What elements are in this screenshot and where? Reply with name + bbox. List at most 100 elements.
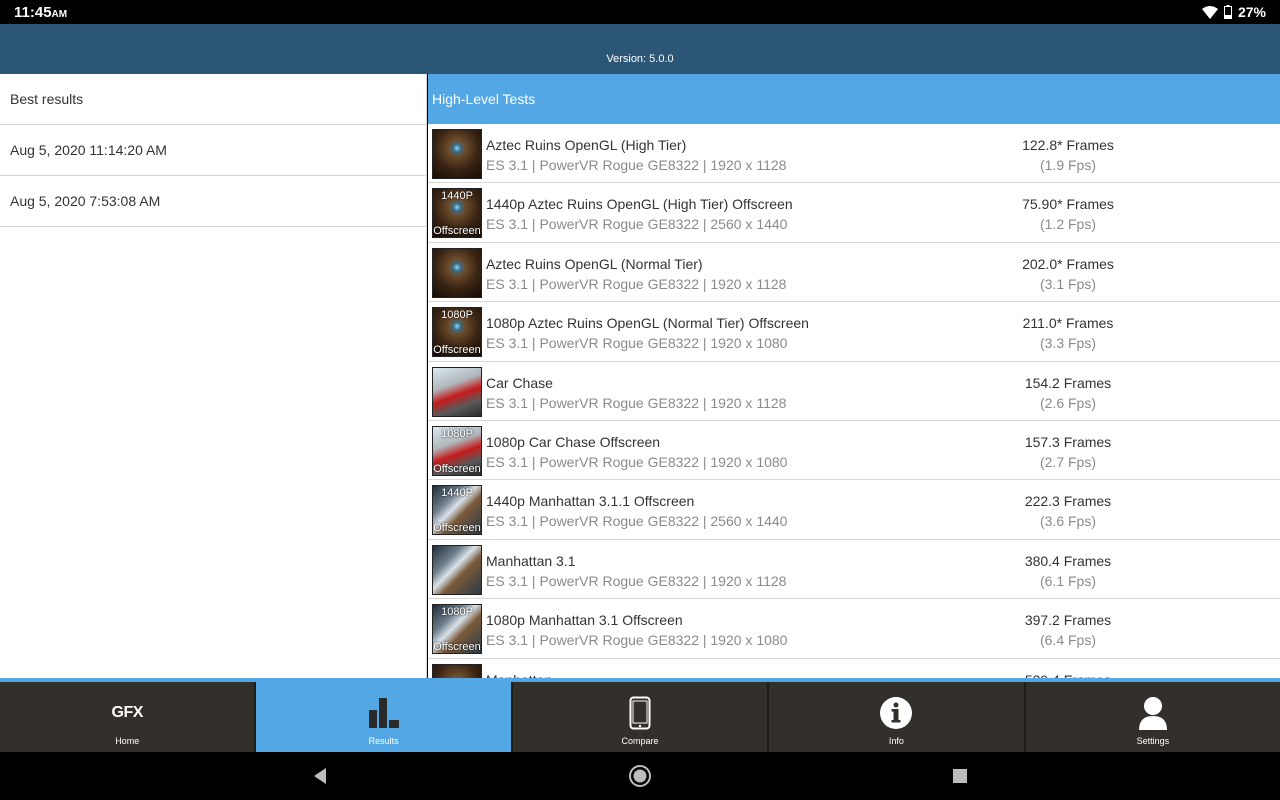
tab-label: Results	[368, 736, 399, 746]
android-nav-bar	[0, 752, 1280, 800]
test-score: 211.0* Frames	[1022, 315, 1114, 332]
test-name: Manhattan 3.1	[486, 552, 576, 569]
battery-icon	[1223, 5, 1232, 19]
test-score: 157.3 Frames	[1024, 433, 1112, 450]
test-detail: ES 3.1 | PowerVR Rogue GE8322 | 1920 x 1…	[486, 335, 788, 352]
test-fps: (2.7 Fps)	[1039, 453, 1096, 470]
status-time-value: 11:45	[14, 4, 52, 21]
tab-label: Home	[115, 736, 140, 746]
result-row[interactable]: 1080P Offscreen 1080p Aztec Ruins OpenGL (…	[428, 302, 1280, 362]
test-thumbnail: 1080P Offscreen	[432, 307, 482, 358]
app-header: Version: 5.0.0	[0, 24, 1280, 74]
test-name: 1080p Aztec Ruins OpenGL (Normal Tier) O…	[486, 315, 809, 332]
test-thumbnail	[432, 663, 482, 678]
test-detail: ES 3.1 | PowerVR Rogue GE8322 | 1920 x 1…	[486, 394, 787, 411]
tab-label: Compare	[621, 736, 659, 746]
test-detail: ES 3.1 | PowerVR Rogue GE8322 | 1920 x 1…	[486, 275, 787, 292]
person-icon	[1138, 696, 1168, 735]
tab-settings[interactable]: Settings	[1026, 682, 1280, 752]
test-thumbnail	[432, 544, 482, 595]
history-item-label: Aug 5, 2020 7:53:08 AM	[10, 193, 161, 209]
test-fps: (3.3 Fps)	[1039, 335, 1096, 352]
history-item-date[interactable]: Aug 5, 2020 7:53:08 AM	[0, 176, 426, 227]
result-row[interactable]: 1080P Offscreen 1080p Manhattan 3.1 Offscr…	[428, 599, 1280, 659]
thumbnail-offscreen-label: Offscreen	[433, 641, 481, 654]
section-header: High-Level Tests	[428, 74, 1280, 124]
test-fps: (1.9 Fps)	[1039, 157, 1096, 173]
result-row[interactable]: Manhattan539.4 Frames	[428, 659, 1280, 678]
thumbnail-resolution-label: 1440P	[441, 190, 473, 203]
test-detail: ES 3.1 | PowerVR Rogue GE8322 | 1920 x 1…	[486, 157, 787, 173]
battery-percent: 27%	[1237, 4, 1266, 20]
result-row[interactable]: Car Chase ES 3.1 | PowerVR Rogue GE8322 |…	[428, 362, 1280, 421]
version-text: Version: 5.0.0	[606, 53, 674, 65]
test-fps: (2.6 Fps)	[1039, 394, 1096, 411]
results-detail-pane: High-Level Tests Aztec Ruins OpenGL (Hig…	[428, 74, 1280, 678]
test-detail: ES 3.1 | PowerVR Rogue GE8322 | 2560 x 1…	[486, 513, 788, 530]
tab-home[interactable]: GFX Home	[0, 682, 257, 752]
tab-label: Settings	[1136, 736, 1170, 746]
tab-compare[interactable]: Compare	[513, 682, 770, 752]
test-thumbnail	[432, 366, 482, 417]
wifi-icon	[1201, 5, 1218, 19]
result-row[interactable]: Manhattan 3.1 ES 3.1 | PowerVR Rogue GE83…	[428, 540, 1280, 600]
test-fps: (6.4 Fps)	[1039, 632, 1096, 649]
test-thumbnail: 1440P Offscreen	[432, 188, 482, 239]
result-row[interactable]: 1440P Offscreen 1440p Aztec Ruins OpenGL (…	[428, 183, 1280, 243]
back-icon[interactable]	[312, 764, 328, 793]
result-row[interactable]: 1440P Offscreen 1440p Manhattan 3.1.1 Offs…	[428, 480, 1280, 540]
test-thumbnail: 1080P Offscreen	[432, 604, 482, 655]
test-thumbnail: 1440P Offscreen	[432, 485, 482, 536]
test-fps: (3.6 Fps)	[1039, 513, 1096, 530]
test-name: Aztec Ruins OpenGL (Normal Tier)	[486, 255, 703, 272]
results-history-list: Best results Aug 5, 2020 11:14:20 AM Aug…	[0, 74, 427, 678]
test-detail: ES 3.1 | PowerVR Rogue GE8322 | 1920 x 1…	[486, 632, 788, 649]
status-bar: 11:45AM 27%	[0, 0, 1280, 24]
thumbnail-resolution-label: 1080P	[441, 427, 473, 440]
recents-square-icon[interactable]	[950, 764, 970, 793]
test-fps: (6.1 Fps)	[1039, 572, 1096, 589]
thumbnail-offscreen-label: Offscreen	[433, 522, 481, 535]
thumbnail-offscreen-label: Offscreen	[433, 344, 481, 357]
thumbnail-resolution-label: 1080P	[441, 606, 473, 619]
test-thumbnail	[432, 247, 482, 298]
test-score: 222.3 Frames	[1024, 493, 1112, 510]
test-fps: (1.2 Fps)	[1039, 216, 1096, 233]
test-detail: ES 3.1 | PowerVR Rogue GE8322 | 2560 x 1…	[486, 216, 788, 233]
thumbnail-offscreen-label: Offscreen	[433, 225, 481, 238]
tab-results[interactable]: Results	[256, 682, 513, 752]
tab-info[interactable]: Info	[769, 682, 1026, 752]
gfx-logo-icon: GFX	[111, 704, 144, 721]
test-name: 1080p Manhattan 3.1 Offscreen	[486, 612, 683, 629]
test-fps: (3.1 Fps)	[1039, 275, 1096, 292]
thumbnail-resolution-label: 1440P	[441, 487, 473, 500]
info-icon	[879, 696, 913, 735]
test-name: 1080p Car Chase Offscreen	[486, 433, 661, 450]
result-row[interactable]: Aztec Ruins OpenGL (High Tier) ES 3.1 | P…	[428, 124, 1280, 184]
test-name: Aztec Ruins OpenGL (High Tier)	[486, 137, 687, 153]
bar-chart-icon	[367, 696, 401, 733]
thumbnail-resolution-label: 1080P	[441, 309, 473, 322]
test-detail: ES 3.1 | PowerVR Rogue GE8322 | 1920 x 1…	[486, 453, 788, 470]
history-item-best-results[interactable]: Best results	[0, 74, 426, 125]
test-thumbnail	[432, 129, 482, 179]
test-thumbnail: 1080P Offscreen	[432, 425, 482, 476]
result-row[interactable]: 1080P Offscreen 1080p Car Chase Offscreen E…	[428, 421, 1280, 481]
phone-icon	[629, 696, 651, 735]
test-score: 202.0* Frames	[1022, 255, 1114, 272]
history-item-label: Aug 5, 2020 11:14:20 AM	[10, 142, 167, 158]
test-score: 75.90* Frames	[1022, 196, 1114, 213]
bottom-nav: GFX Home Results Compare Info Settings	[0, 678, 1280, 752]
results-list: Aztec Ruins OpenGL (High Tier) ES 3.1 | P…	[428, 124, 1280, 678]
history-item-label: Best results	[10, 91, 84, 107]
test-score: 122.8* Frames	[1022, 137, 1114, 153]
home-circle-icon[interactable]	[628, 764, 652, 793]
test-name: 1440p Manhattan 3.1.1 Offscreen	[486, 493, 695, 510]
result-row[interactable]: Aztec Ruins OpenGL (Normal Tier) ES 3.1 |…	[428, 243, 1280, 303]
test-name: Car Chase	[486, 374, 553, 391]
test-detail: ES 3.1 | PowerVR Rogue GE8322 | 1920 x 1…	[486, 572, 787, 589]
section-title: High-Level Tests	[432, 91, 536, 107]
history-item-date[interactable]: Aug 5, 2020 11:14:20 AM	[0, 125, 426, 176]
test-score: 380.4 Frames	[1024, 552, 1112, 569]
status-time: 11:45AM	[14, 4, 67, 21]
